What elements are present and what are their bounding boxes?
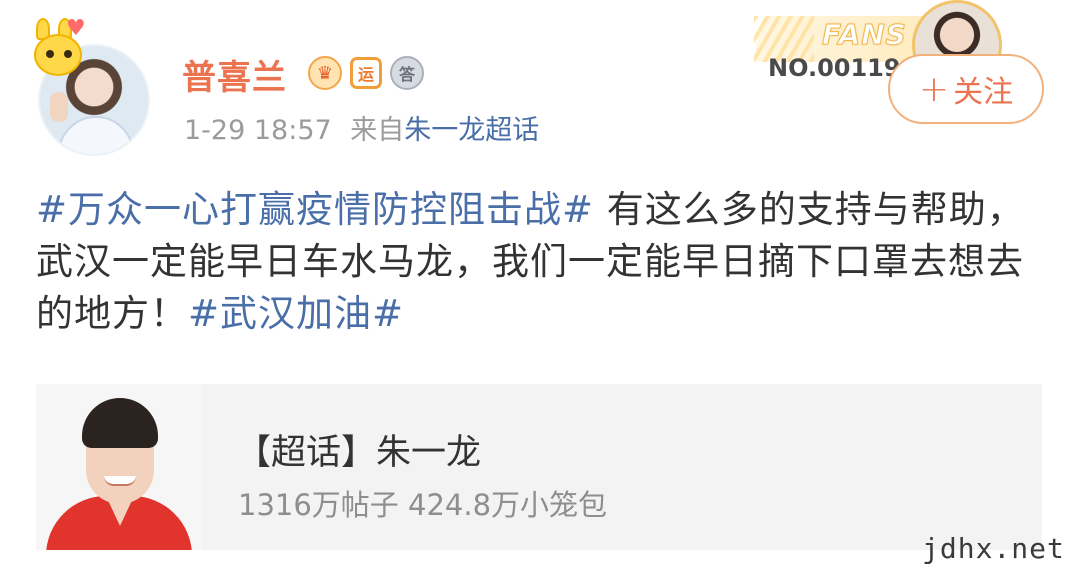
post-time: 1-29 18:57 xyxy=(184,115,332,146)
fans-label: FANS xyxy=(822,18,907,52)
source-prefix: 来自 xyxy=(350,115,405,146)
avatar-pendant-icon: ♥ xyxy=(26,16,90,78)
supertopic-stats: 1316万帖子 424.8万小笼包 xyxy=(238,488,608,522)
source-link[interactable]: 朱一龙超话 xyxy=(404,115,539,146)
hashtag-link[interactable]: #武汉加油# xyxy=(188,292,404,335)
watermark: jdhx.net xyxy=(922,532,1065,565)
follow-button[interactable]: + 关注 xyxy=(888,54,1044,124)
user-avatar[interactable]: ♥ xyxy=(26,16,166,156)
plus-icon: + xyxy=(918,68,950,110)
crown-badge-icon[interactable]: ♛ xyxy=(308,56,342,90)
answer-badge-icon[interactable]: 答 xyxy=(390,56,424,90)
post-meta: 1-29 18:57 来自朱一龙超话 xyxy=(184,108,539,147)
post-body: #万众一心打赢疫情防控阻击战# 有这么多的支持与帮助，武汉一定能早日车水马龙，我… xyxy=(36,184,1046,340)
user-badges: ♛ 运 答 xyxy=(308,55,424,91)
username[interactable]: 普喜兰 xyxy=(182,50,287,99)
supertopic-title: 【超话】朱一龙 xyxy=(236,433,482,473)
yun-badge-icon[interactable]: 运 xyxy=(350,57,382,89)
supertopic-photo xyxy=(36,384,202,550)
supertopic-card[interactable]: 【超话】朱一龙 1316万帖子 424.8万小笼包 xyxy=(36,384,1042,550)
follow-label: 关注 xyxy=(953,75,1014,110)
hashtag-link[interactable]: #万众一心打赢疫情防控阻击战# xyxy=(36,188,594,231)
weibo-post: ♥ 普喜兰 ♛ 运 答 1-29 18:57 来自朱一龙超话 FANS NO.0… xyxy=(0,0,1080,576)
